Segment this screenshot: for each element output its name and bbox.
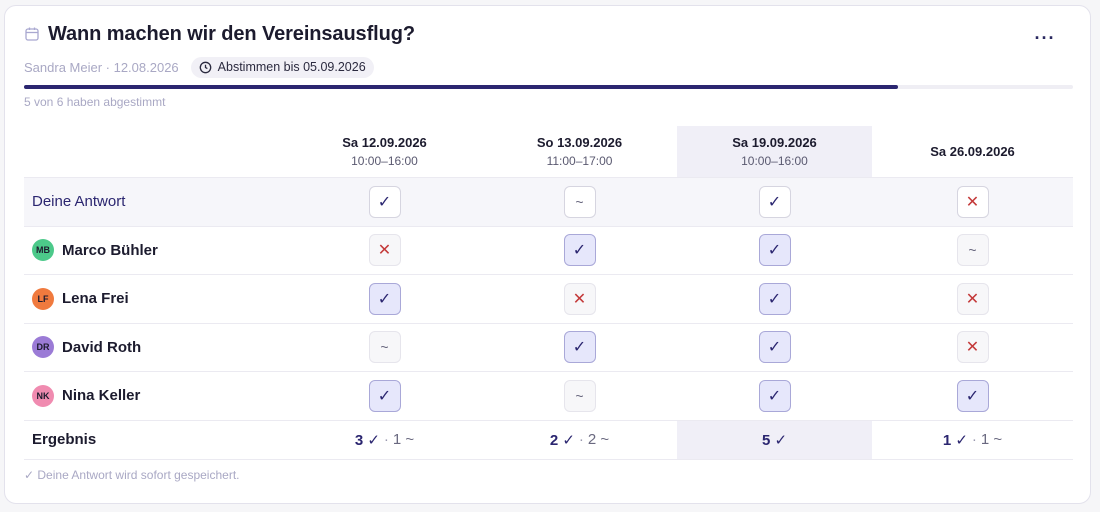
result-row: Ergebnis 3 ✓ · 1 ~ 2 ✓ · 2 ~ 5 ✓ 1 ✓ · 1 ~ bbox=[24, 420, 1073, 460]
table-header-row: Sa 12.09.2026 10:00–16:00 So 13.09.2026 … bbox=[24, 126, 1073, 178]
vote-cell: ✓ bbox=[368, 379, 401, 412]
vote-cell: ✓ bbox=[758, 282, 791, 315]
time-label: 11:00–17:00 bbox=[546, 154, 613, 168]
avatar: DR bbox=[32, 336, 54, 359]
yes-count: 1 ✓ bbox=[942, 431, 968, 449]
my-answer-row: Deine Antwort ✓ ~ ✓ ✕ bbox=[24, 178, 1073, 227]
vote-cell: ~ bbox=[956, 234, 989, 267]
date-column-4: Sa 26.09.2026 bbox=[872, 126, 1073, 177]
date-label: So 13.09.2026 bbox=[536, 135, 623, 150]
date-label: Sa 19.09.2026 bbox=[732, 135, 817, 150]
result-label: Ergebnis bbox=[32, 431, 97, 448]
maybe-count: 2 ~ bbox=[587, 431, 610, 448]
vote-cell: ✕ bbox=[956, 331, 989, 364]
vote-cell: ~ bbox=[368, 331, 401, 364]
my-vote-toggle[interactable]: ✓ bbox=[758, 185, 791, 218]
participant-row: NK Nina Keller ✓ ~ ✓ ✓ bbox=[24, 372, 1073, 421]
poll-title: Wann machen wir den Vereinsausflug? bbox=[48, 22, 415, 45]
result-count: 1 ✓ · 1 ~ bbox=[943, 431, 1002, 449]
vote-cell: ✕ bbox=[956, 282, 989, 315]
maybe-count: 1 ~ bbox=[980, 431, 1003, 448]
avatar: NK bbox=[32, 384, 54, 407]
my-vote-toggle[interactable]: ~ bbox=[563, 185, 596, 218]
vote-cell: ~ bbox=[563, 379, 596, 412]
vote-progress-text: 5 von 6 haben abgestimmt bbox=[24, 95, 166, 109]
my-vote-toggle[interactable]: ✓ bbox=[368, 185, 401, 218]
vote-progress-bar bbox=[24, 85, 1073, 89]
participant-name: David Roth bbox=[62, 338, 142, 356]
participant-name: Marco Bühler bbox=[62, 241, 158, 259]
vote-cell: ✓ bbox=[956, 379, 989, 412]
vote-cell: ✕ bbox=[368, 234, 401, 267]
vote-cell: ✓ bbox=[563, 234, 596, 267]
participant-row: LF Lena Frei ✓ ✕ ✓ ✕ bbox=[24, 275, 1073, 324]
header-spacer bbox=[24, 126, 287, 177]
vote-cell: ✓ bbox=[368, 282, 401, 315]
participant-row: DR David Roth ~ ✓ ✓ ✕ bbox=[24, 324, 1073, 372]
participant-name: Lena Frei bbox=[62, 290, 129, 308]
participant-row: MB Marco Bühler ✕ ✓ ✓ ~ bbox=[24, 227, 1073, 275]
deadline-badge: Abstimmen bis 05.09.2026 bbox=[190, 56, 374, 78]
my-answer-label: Deine Antwort bbox=[32, 193, 126, 211]
result-separator: · bbox=[578, 431, 584, 448]
vote-cell: ✓ bbox=[758, 379, 791, 412]
vote-cell: ✕ bbox=[563, 282, 596, 315]
autosave-note: ✓ Deine Antwort wird sofort gespeichert. bbox=[24, 468, 240, 482]
date-column-2: So 13.09.2026 11:00–17:00 bbox=[482, 126, 677, 177]
avatar: MB bbox=[32, 239, 54, 262]
yes-count: 5 ✓ bbox=[761, 431, 788, 449]
poll-card: Wann machen wir den Vereinsausflug? ··· … bbox=[4, 5, 1091, 504]
date-column-3: Sa 19.09.2026 10:00–16:00 bbox=[677, 126, 872, 177]
date-column-1: Sa 12.09.2026 10:00–16:00 bbox=[287, 126, 482, 177]
maybe-count: 1 ~ bbox=[392, 431, 415, 448]
more-options-button[interactable]: ··· bbox=[1033, 28, 1057, 48]
deadline-text: Abstimmen bis 05.09.2026 bbox=[217, 60, 366, 74]
result-count: 3 ✓ · 1 ~ bbox=[355, 431, 414, 449]
yes-count: 2 ✓ bbox=[549, 431, 575, 449]
result-count: 2 ✓ · 2 ~ bbox=[550, 431, 609, 449]
date-label: Sa 26.09.2026 bbox=[930, 144, 1015, 159]
result-separator: · bbox=[383, 431, 389, 448]
clock-icon bbox=[199, 61, 212, 73]
vote-cell: ✓ bbox=[758, 234, 791, 267]
result-count: 5 ✓ bbox=[762, 431, 787, 449]
avatar: LF bbox=[32, 287, 54, 310]
time-label: 10:00–16:00 bbox=[741, 154, 808, 168]
vote-cell: ✓ bbox=[758, 331, 791, 364]
participant-name: Nina Keller bbox=[62, 387, 141, 405]
poll-meta: Sandra Meier · 12.08.2026 bbox=[24, 59, 179, 75]
poll-header: Wann machen wir den Vereinsausflug? ··· … bbox=[24, 22, 1071, 78]
my-vote-toggle[interactable]: ✕ bbox=[956, 185, 989, 218]
poll-table: Sa 12.09.2026 10:00–16:00 So 13.09.2026 … bbox=[24, 126, 1073, 460]
time-label: 10:00–16:00 bbox=[351, 154, 418, 168]
date-label: Sa 12.09.2026 bbox=[342, 135, 427, 150]
yes-count: 3 ✓ bbox=[354, 431, 380, 449]
vote-cell: ✓ bbox=[563, 331, 596, 364]
calendar-icon bbox=[24, 26, 40, 42]
vote-progress-fill bbox=[24, 85, 898, 89]
result-separator: · bbox=[971, 431, 977, 448]
